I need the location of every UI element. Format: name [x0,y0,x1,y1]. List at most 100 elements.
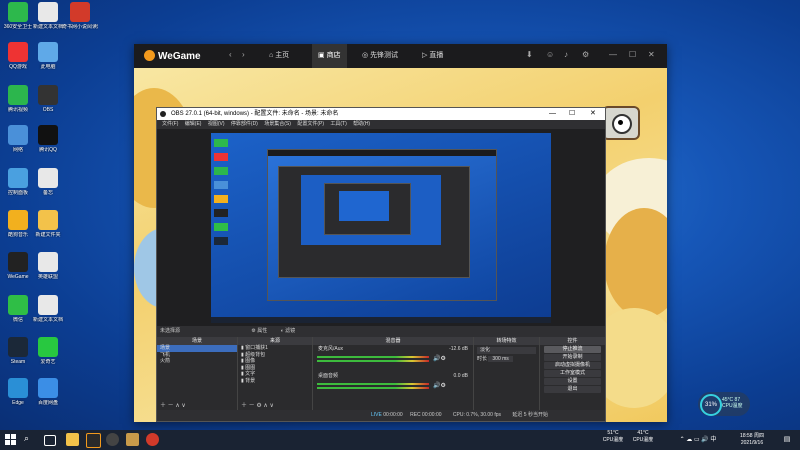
scene-toolbar[interactable]: ＋ － ∧ ∨ [160,400,186,409]
bell-icon[interactable]: ♪ [564,50,568,59]
app-icon [38,85,58,105]
tray-temp2[interactable]: 41°C CPU温度 [628,430,658,450]
desktop-icon[interactable]: OBS [30,85,66,113]
desktop-icon-label: 新建文件夹 [35,232,61,238]
start-button[interactable] [5,434,16,445]
desktop: 360安全卫士新建文本文档奇书网小说阅读器QQ游戏此电脑腾讯视频OBS网络腾讯Q… [0,0,800,430]
taskbar: ⌕ 51°C CPU温度 41°C CPU温度 ⌃ ☁ ▭ 🔊 中 18:58 周四… [0,430,800,450]
browser-taskbar-icon[interactable] [146,433,159,446]
desktop-icon[interactable]: 爱奇艺 [30,337,66,365]
cpu-temp-widget[interactable]: 31% 45°C 87 CPU温度 [698,392,750,416]
preview-capture [211,133,551,323]
scene-item[interactable]: 火箭 [157,358,237,365]
stop-streaming-button[interactable]: 停止推流 [544,346,601,353]
clock[interactable]: 18:58 周四 2021/9/16 [730,430,774,450]
notification-icon[interactable]: ▤ [780,430,794,450]
app-icon [38,252,58,272]
app-icon [8,295,28,315]
desktop-icon[interactable]: 百度网盘 [30,378,66,406]
obs-minimize-button[interactable]: — [549,108,556,120]
duration-row: 时长 300 ms [474,355,539,363]
start-recording-button[interactable]: 开始录制 [544,354,601,361]
studio-mode-button[interactable]: 工作室模式 [544,370,601,377]
sources-dock: 来源 ▮ 窗口捕获1 ▮ 超级背包 ▮ 图像 ▮ 图图 ▮ 文字 ▮ 背景 ＋ … [238,337,313,410]
minimize-button[interactable]: — [609,50,617,59]
obs-menubar: 文件(F) 编辑(E) 视图(V) 停靠部件(D) 场景集合(S) 配置文件(P… [157,120,605,129]
desktop-icon[interactable]: 腾讯QQ [30,125,66,153]
mixer-header: 混音器 [313,337,473,345]
app-icon [8,125,28,145]
app-taskbar-icon[interactable] [126,433,139,446]
friends-icon[interactable]: ☺ [546,50,554,59]
duration-input[interactable]: 300 ms [488,355,513,362]
obs-close-button[interactable]: ✕ [590,108,596,120]
mic-volume-icon[interactable]: 🔊⚙ [433,355,446,362]
desktop-icon-label: 英雄联盟 [37,274,58,280]
maximize-button[interactable]: ☐ [629,50,636,59]
menu-tools[interactable]: 工具(T) [330,121,346,127]
source-toolbar: 未选择源 ⚙ 属性 ◐ 滤镜 [157,326,605,337]
stream-delay-status: 延迟 5 秒当开始 [512,412,548,418]
desktop-icon[interactable]: 备忘 [30,168,66,196]
wegame-taskbar-icon[interactable] [86,433,101,448]
virtual-camera-button[interactable]: 启动虚拟摄像机 [544,362,601,369]
desktop-icon[interactable]: 奇书网小说阅读器 [62,2,98,30]
transitions-dock: 转场特效 淡化 时长 300 ms [474,337,540,410]
menu-scene-collection[interactable]: 场景集合(S) [264,121,291,127]
source-toolbar-buttons[interactable]: ＋ － ⚙ ∧ ∨ [241,400,274,409]
wegame-nav-pioneer[interactable]: ◎ 先锋测试 [362,44,398,68]
filters-button[interactable]: ◐ 滤镜 [281,328,295,334]
scenes-dock: 场景 场景 飞机 火箭 ＋ － ∧ ∨ [157,337,238,410]
menu-help[interactable]: 帮助(H) [353,121,370,127]
menu-file[interactable]: 文件(F) [162,121,178,127]
desktop-icon[interactable]: 此电脑 [30,42,66,70]
menu-view[interactable]: 视图(V) [208,121,225,127]
app-icon [38,168,58,188]
app-icon [8,2,28,22]
controls-header: 控件 [540,337,605,345]
exit-button[interactable]: 退出 [544,386,601,393]
wegame-nav-live[interactable]: ▷ 直播 [422,44,443,68]
file-explorer-icon[interactable] [66,433,79,446]
search-icon[interactable]: ⌕ [24,433,37,446]
settings-button[interactable]: 设置 [544,378,601,385]
desktop-icon[interactable]: 新建文件夹 [30,210,66,238]
desktop-icon-label: 百度网盘 [37,400,58,406]
source-item[interactable]: ▮ 背景 [238,378,312,385]
mic-meter [317,360,429,362]
desktop-icon[interactable]: 新建文本文档 [30,2,66,30]
obs-title-text: OBS 27.0.1 (64-bit, windows) - 配置文件: 未命名… [171,111,339,117]
tray-icons[interactable]: ⌃ ☁ ▭ 🔊 中 [668,430,728,450]
properties-button[interactable]: ⚙ 属性 [251,328,267,334]
app-icon [8,168,28,188]
transition-select[interactable]: 淡化 [477,347,536,354]
desktop-icon[interactable]: 新建文本文档 [30,295,66,323]
menu-edit[interactable]: 编辑(E) [185,121,202,127]
obs-window[interactable]: OBS 27.0.1 (64-bit, windows) - 配置文件: 未命名… [156,107,606,422]
app-icon [38,337,58,357]
desktop-icon[interactable]: 英雄联盟 [30,252,66,280]
menu-profile[interactable]: 配置文件(P) [297,121,324,127]
back-icon[interactable]: ‹ [229,50,232,59]
task-view-icon[interactable] [44,435,56,446]
obs-titlebar: OBS 27.0.1 (64-bit, windows) - 配置文件: 未命名… [157,108,605,120]
wegame-nav-store[interactable]: ▣ 商店 [312,44,347,68]
obs-preview[interactable] [157,129,605,326]
obs-maximize-button[interactable]: ☐ [569,108,575,120]
forward-icon[interactable]: › [242,50,245,59]
no-source-label: 未选择源 [160,328,181,334]
obs-docks: 场景 场景 飞机 火箭 ＋ － ∧ ∨ 来源 ▮ 窗口捕获1 ▮ 超级背包 ▮ … [157,337,605,410]
desktop-icon-label: 腾讯QQ [39,147,57,153]
desktop-icon-label: OBS [42,107,54,113]
settings-icon[interactable]: ⚙ [582,50,589,59]
close-button[interactable]: ✕ [648,50,655,59]
menu-docks[interactable]: 停靠部件(D) [231,121,258,127]
obs-statusbar: LIVE 00:00:00 REC 00:00:00 CPU: 0.7%, 30… [157,410,605,421]
wegame-nav-home[interactable]: ⌂ 主页 [269,44,289,68]
obs-taskbar-icon[interactable] [106,433,119,446]
desktop-volume-icon[interactable]: 🔊⚙ [433,382,446,389]
tray-cpu-temp[interactable]: 51°C CPU温度 [598,430,628,450]
app-icon [8,252,28,272]
app-icon [8,378,28,398]
download-icon[interactable]: ⬇ [526,50,533,59]
